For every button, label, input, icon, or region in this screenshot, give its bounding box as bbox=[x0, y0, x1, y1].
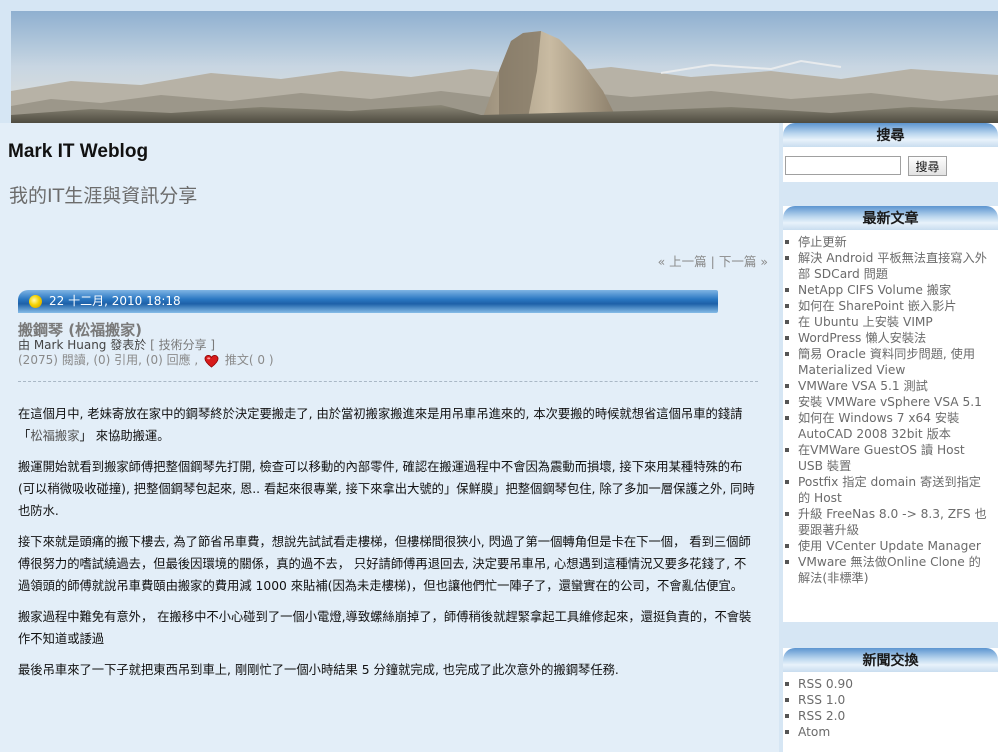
paragraph: 在這個月中, 老妹寄放在家中的鋼琴終於決定要搬走了, 由於當初搬家搬進來是用吊車… bbox=[18, 407, 743, 443]
prev-post-link[interactable]: « 上一篇 bbox=[658, 254, 707, 269]
sun-icon bbox=[29, 295, 42, 308]
list-item: VMWare VSA 5.1 測試 bbox=[785, 378, 992, 394]
recent-post-link[interactable]: 解決 Android 平板無法直接寫入外部 SDCard 問題 bbox=[798, 251, 987, 281]
recent-post-link[interactable]: 如何在 SharePoint 嵌入影片 bbox=[798, 299, 957, 313]
main-content: Mark IT Weblog 我的IT生涯與資訊分享 « 上一篇 | 下一篇 »… bbox=[0, 123, 779, 752]
author-text: 由 Mark Huang 發表於 bbox=[18, 338, 147, 352]
list-item: WordPress 懶人安裝法 bbox=[785, 330, 992, 346]
recent-post-link[interactable]: 如何在 Windows 7 x64 安裝 AutoCAD 2008 32bit … bbox=[798, 411, 959, 441]
recent-post-link[interactable]: 升級 FreeNas 8.0 -> 8.3, ZFS 也要跟著升級 bbox=[798, 507, 987, 537]
moving-company-link[interactable]: 松福搬家 bbox=[30, 429, 79, 443]
list-item: 停止更新 bbox=[785, 234, 992, 250]
recent-post-link[interactable]: 安裝 VMWare vSphere VSA 5.1 bbox=[798, 395, 982, 409]
post-category-link[interactable]: [ 技術分享 ] bbox=[150, 338, 215, 352]
list-item: 使用 VCenter Update Manager bbox=[785, 538, 992, 554]
list-item: RSS 2.0 bbox=[785, 708, 992, 724]
recent-posts-box: 最新文章 停止更新 解決 Android 平板無法直接寫入外部 SDCard 問… bbox=[783, 206, 998, 622]
list-item: 安裝 VMWare vSphere VSA 5.1 bbox=[785, 394, 992, 410]
paragraph: 最後吊車來了一下子就把東西吊到車上, 剛剛忙了一個小時結果 5 分鐘就完成, 也… bbox=[18, 663, 619, 677]
paragraph: 搬家過程中難免有意外， 在搬移中不小心碰到了一個小電燈,導致螺絲崩掉了，師傅稍後… bbox=[18, 610, 752, 646]
list-item: 升級 FreeNas 8.0 -> 8.3, ZFS 也要跟著升級 bbox=[785, 506, 992, 538]
list-item: 如何在 SharePoint 嵌入影片 bbox=[785, 298, 992, 314]
search-button[interactable]: 搜尋 bbox=[908, 156, 947, 176]
list-item: 在VMWare GuestOS 讀 Host USB 裝置 bbox=[785, 442, 992, 474]
recent-post-link[interactable]: 在 Ubuntu 上安裝 VIMP bbox=[798, 315, 933, 329]
site-title[interactable]: Mark IT Weblog bbox=[8, 141, 148, 163]
recent-post-link[interactable]: 使用 VCenter Update Manager bbox=[798, 539, 981, 553]
recent-post-link[interactable]: 停止更新 bbox=[798, 235, 847, 249]
recent-post-link[interactable]: NetApp CIFS Volume 搬家 bbox=[798, 283, 951, 297]
search-input[interactable] bbox=[785, 156, 901, 175]
push-count[interactable]: 推文( 0 ) bbox=[225, 353, 274, 367]
list-item: RSS 0.90 bbox=[785, 676, 992, 692]
list-item: 簡易 Oracle 資料同步問題, 使用 Materialized View bbox=[785, 346, 992, 378]
list-item: 在 Ubuntu 上安裝 VIMP bbox=[785, 314, 992, 330]
mountain-landscape-image bbox=[11, 11, 998, 123]
list-item: Postfix 指定 domain 寄送到指定的 Host bbox=[785, 474, 992, 506]
post-navigation: « 上一篇 | 下一篇 » bbox=[658, 251, 768, 270]
paragraph: 搬運開始就看到搬家師傅把整個鋼琴先打開, 檢查可以移動的內部零件, 確認在搬運過… bbox=[18, 460, 755, 518]
paragraph: 接下來就是頭痛的搬下樓去, 為了節省吊車費，想說先試試看走樓梯，但樓梯間很狹小,… bbox=[18, 535, 751, 593]
list-item: Atom bbox=[785, 724, 992, 740]
list-item: NetApp CIFS Volume 搬家 bbox=[785, 282, 992, 298]
next-post-link[interactable]: 下一篇 » bbox=[719, 254, 768, 269]
header-banner bbox=[11, 11, 998, 123]
list-item: RSS 1.0 bbox=[785, 692, 992, 708]
post-divider bbox=[18, 381, 758, 382]
post-date-bar: 22 十二月, 2010 18:18 bbox=[18, 290, 718, 313]
feeds-list: RSS 0.90 RSS 1.0 RSS 2.0 Atom bbox=[783, 672, 998, 744]
feeds-heading: 新聞交換 bbox=[783, 648, 998, 672]
list-item: VMware 無法做Online Clone 的解法(非標準) bbox=[785, 554, 992, 586]
search-heading: 搜尋 bbox=[783, 123, 998, 147]
recent-posts-heading: 最新文章 bbox=[783, 206, 998, 230]
post-stats: (2075) 閱讀, (0) 引用, (0) 回應 , 推文( 0 ) bbox=[18, 351, 274, 369]
feed-link-rss10[interactable]: RSS 1.0 bbox=[798, 693, 845, 707]
search-box: 搜尋 搜尋 bbox=[783, 123, 998, 182]
recent-post-link[interactable]: Postfix 指定 domain 寄送到指定的 Host bbox=[798, 475, 981, 505]
feed-link-rss090[interactable]: RSS 0.90 bbox=[798, 677, 853, 691]
list-item: 如何在 Windows 7 x64 安裝 AutoCAD 2008 32bit … bbox=[785, 410, 992, 442]
post-body: 在這個月中, 老妹寄放在家中的鋼琴終於決定要搬走了, 由於當初搬家搬進來是用吊車… bbox=[18, 403, 758, 690]
feed-link-rss20[interactable]: RSS 2.0 bbox=[798, 709, 845, 723]
post-date: 22 十二月, 2010 18:18 bbox=[49, 294, 181, 308]
recent-post-link[interactable]: VMWare VSA 5.1 測試 bbox=[798, 379, 928, 393]
recent-posts-list: 停止更新 解決 Android 平板無法直接寫入外部 SDCard 問題 Net… bbox=[783, 230, 998, 590]
stats-text: (2075) 閱讀, (0) 引用, (0) 回應 , bbox=[18, 353, 199, 367]
list-item: 解決 Android 平板無法直接寫入外部 SDCard 問題 bbox=[785, 250, 992, 282]
feeds-box: 新聞交換 RSS 0.90 RSS 1.0 RSS 2.0 Atom bbox=[783, 648, 998, 752]
site-subtitle: 我的IT生涯與資訊分享 bbox=[9, 185, 198, 207]
recent-post-link[interactable]: 在VMWare GuestOS 讀 Host USB 裝置 bbox=[798, 443, 965, 473]
recent-post-link[interactable]: 簡易 Oracle 資料同步問題, 使用 Materialized View bbox=[798, 347, 975, 377]
recent-post-link[interactable]: VMware 無法做Online Clone 的解法(非標準) bbox=[798, 555, 981, 585]
feed-link-atom[interactable]: Atom bbox=[798, 725, 830, 739]
recent-post-link[interactable]: WordPress 懶人安裝法 bbox=[798, 331, 926, 345]
heart-icon[interactable] bbox=[204, 354, 219, 369]
nav-separator: | bbox=[710, 254, 715, 269]
